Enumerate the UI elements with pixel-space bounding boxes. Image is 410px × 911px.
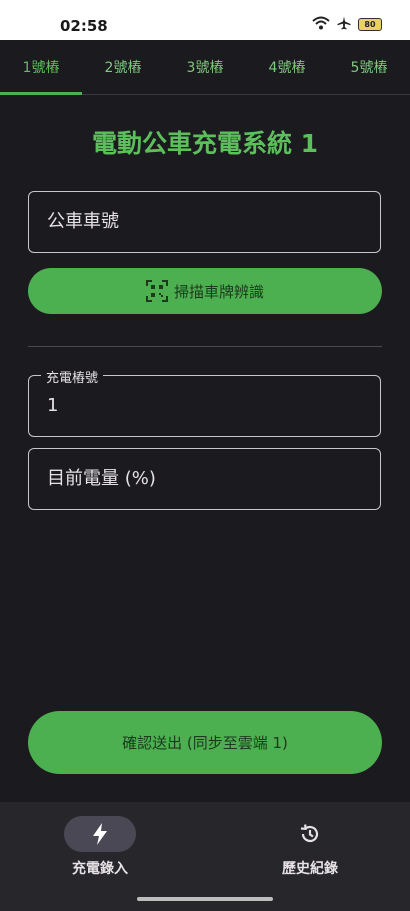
charger-number-value[interactable]: 1 — [47, 376, 357, 436]
bottom-navigation: 充電錄入 歷史紀錄 — [0, 802, 410, 911]
tab-charger-1[interactable]: 1號樁 — [0, 40, 82, 94]
submit-button[interactable]: 確認送出 (同步至雲端 1) — [28, 711, 382, 774]
status-time: 02:58 — [60, 17, 108, 35]
nav-charge-entry-label: 充電錄入 — [72, 861, 128, 877]
submit-label: 確認送出 (同步至雲端 1) — [122, 734, 288, 752]
charger-tabs: 1號樁 2號樁 3號樁 4號樁 5號樁 — [0, 40, 410, 95]
page-title: 電動公車充電系統 1 — [91, 129, 319, 158]
scan-plate-button[interactable]: 掃描車牌辨識 — [28, 268, 382, 314]
battery-icon: 80 — [358, 18, 382, 31]
battery-level-field[interactable] — [28, 448, 381, 510]
active-tab-indicator — [0, 92, 82, 95]
battery-level-input[interactable] — [47, 449, 357, 509]
nav-history-label: 歷史紀錄 — [282, 861, 338, 877]
charger-number-field[interactable]: 充電樁號 1 — [28, 367, 381, 437]
qr-scan-icon — [145, 280, 168, 302]
tab-charger-4[interactable]: 4號樁 — [246, 40, 328, 94]
tab-charger-2[interactable]: 2號樁 — [82, 40, 164, 94]
bus-number-field[interactable] — [28, 191, 381, 253]
nav-history[interactable]: 歷史紀錄 — [274, 816, 346, 878]
wifi-icon — [312, 15, 330, 34]
scan-plate-label: 掃描車牌辨識 — [173, 282, 264, 301]
nav-charge-entry[interactable]: 充電錄入 — [64, 816, 136, 878]
tab-charger-5[interactable]: 5號樁 — [328, 40, 410, 94]
history-icon — [298, 822, 322, 846]
airplane-icon — [337, 15, 351, 34]
bolt-icon — [92, 823, 108, 845]
divider — [28, 346, 382, 347]
status-icons: 80 — [312, 15, 382, 34]
bus-number-input[interactable] — [47, 192, 357, 252]
status-bar: 02:58 80 — [0, 0, 410, 40]
home-indicator — [137, 897, 273, 901]
tab-charger-3[interactable]: 3號樁 — [164, 40, 246, 94]
